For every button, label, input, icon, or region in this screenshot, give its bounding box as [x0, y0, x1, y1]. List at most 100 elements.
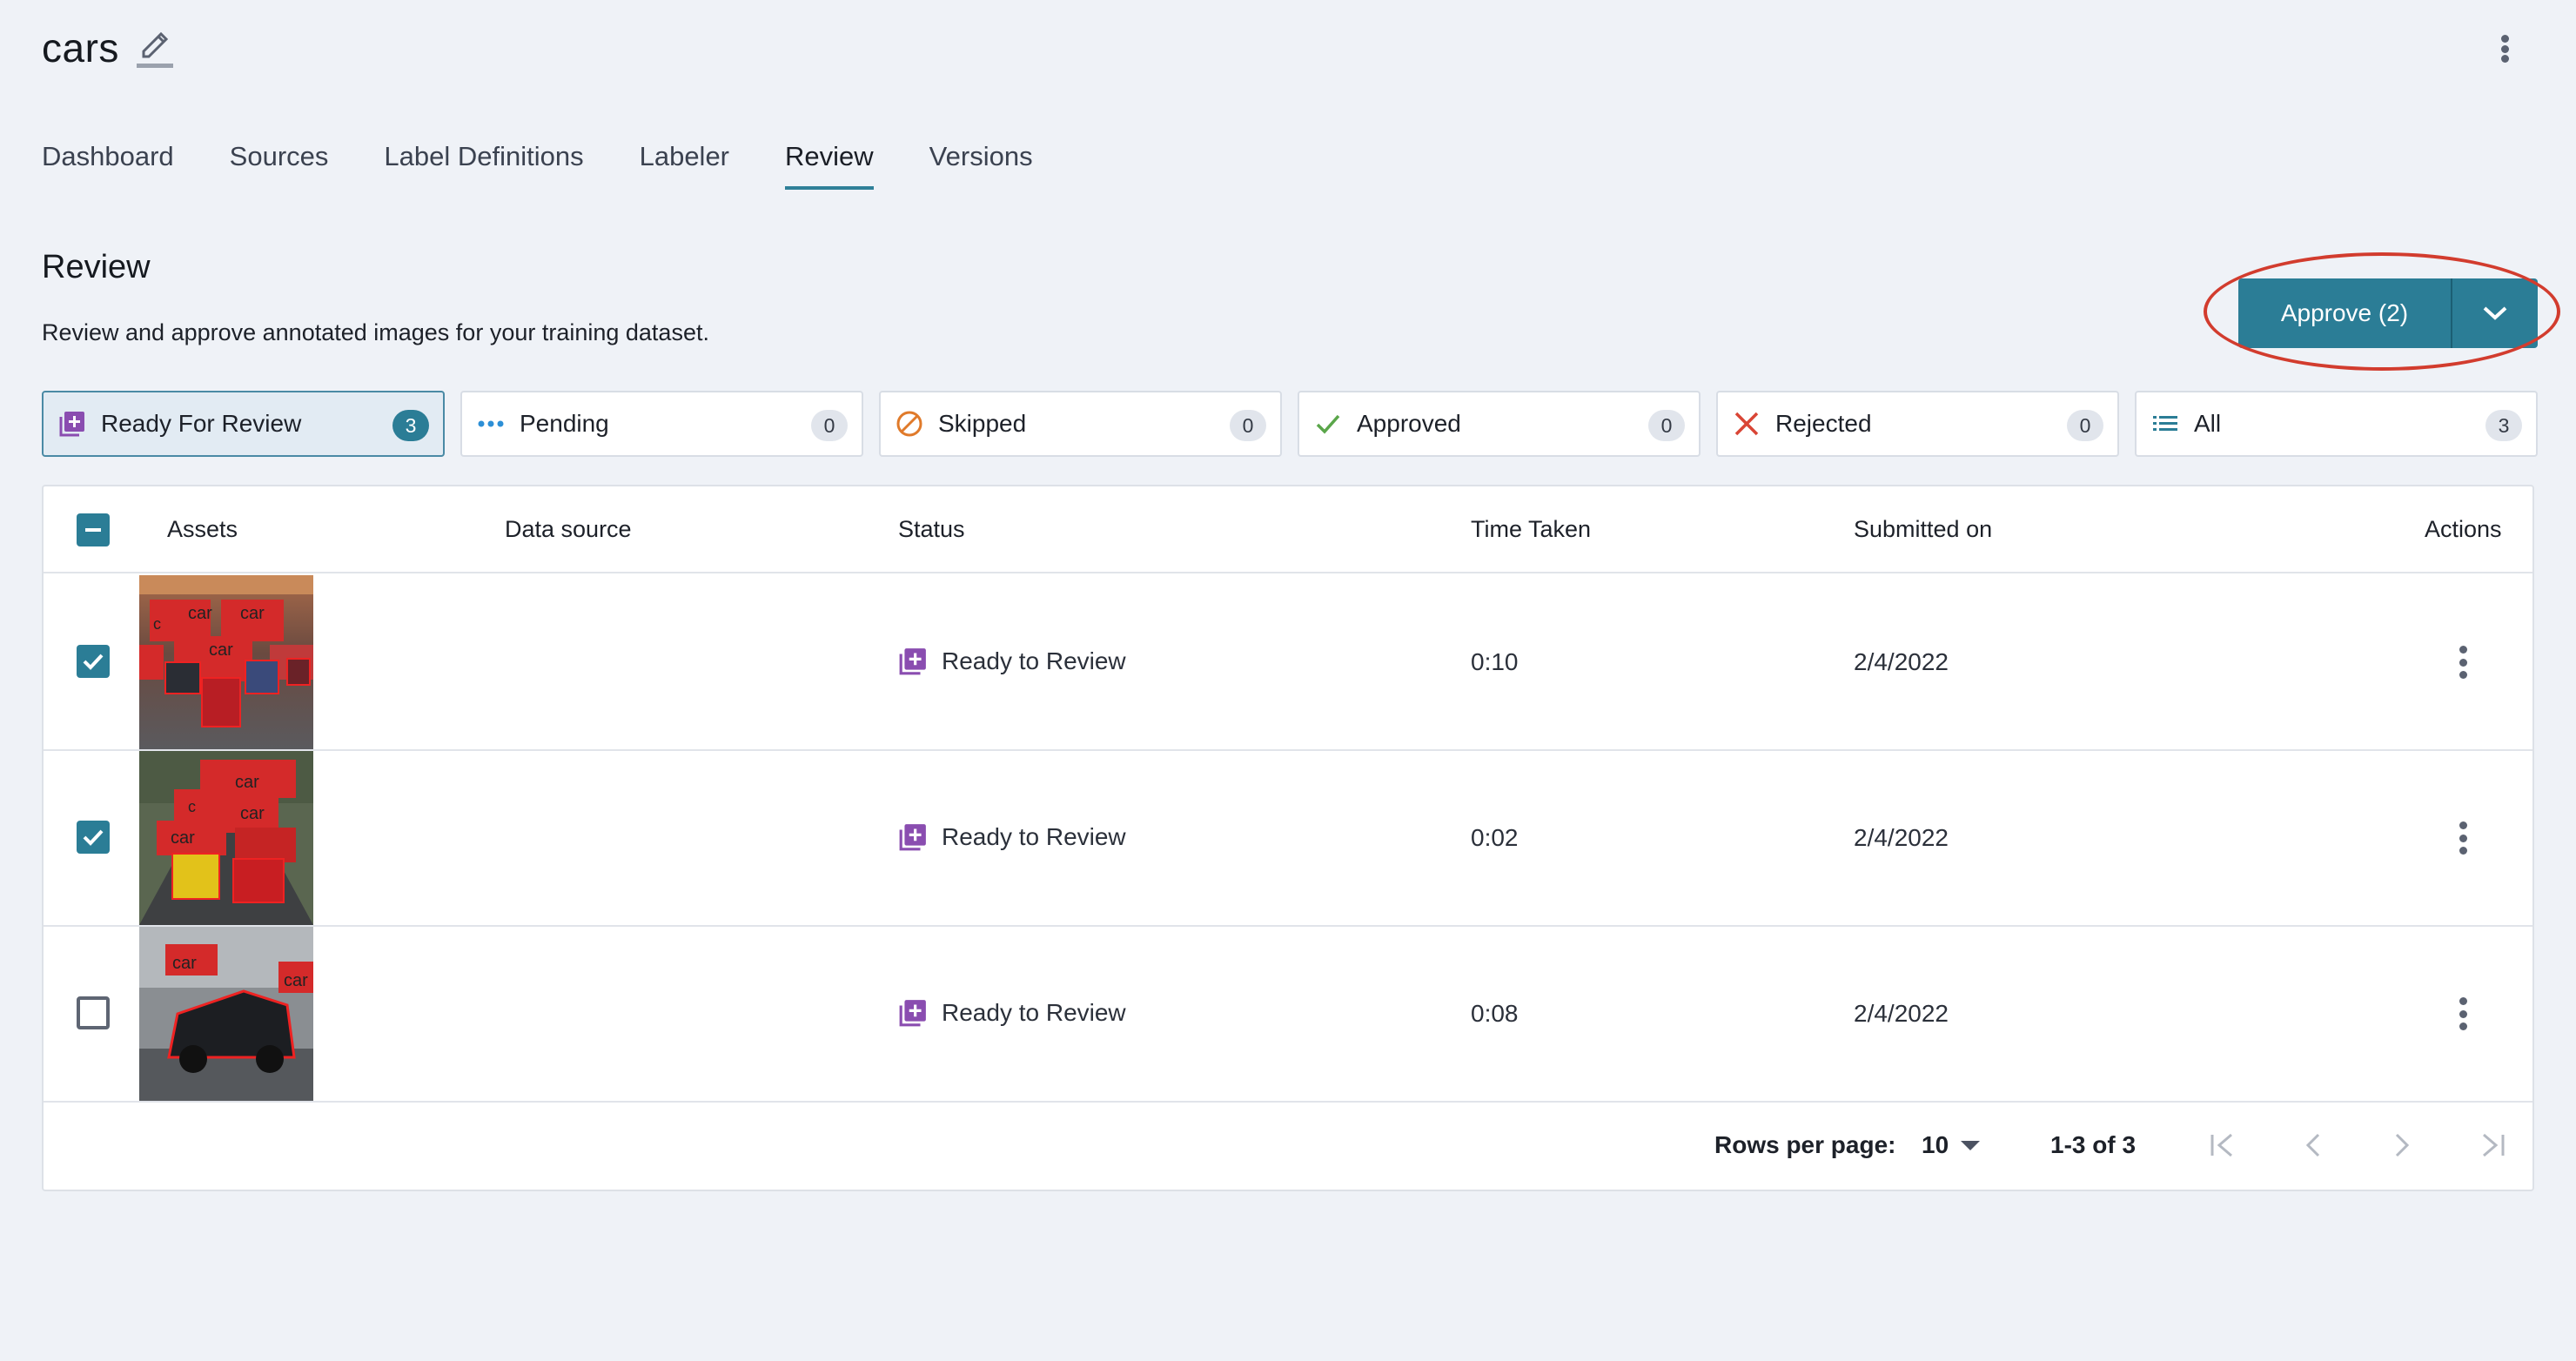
- table-pagination: Rows per page: 10 1-3 of 3: [44, 1102, 2532, 1189]
- row-checkbox[interactable]: [77, 821, 110, 854]
- filter-count-badge: 3: [2485, 410, 2522, 441]
- check-icon: [1313, 409, 1343, 439]
- status-cell: Ready to Review: [898, 822, 1126, 852]
- list-icon: [2150, 409, 2180, 439]
- filter-count-badge: 0: [2067, 410, 2103, 441]
- project-tabs: Dashboard Sources Label Definitions Labe…: [42, 141, 1089, 190]
- row-actions-icon[interactable]: [2454, 996, 2472, 1031]
- section-title: Review: [42, 249, 151, 285]
- thumb-label: car: [171, 828, 195, 848]
- status-cell: Ready to Review: [898, 647, 1126, 676]
- project-header: cars: [42, 24, 175, 71]
- highlight-annotation-ellipse: [2204, 252, 2560, 371]
- status-cell: Ready to Review: [898, 998, 1126, 1028]
- filter-label: All: [2194, 410, 2222, 437]
- time-taken-cell: 0:08: [1471, 1000, 1519, 1027]
- filter-skipped[interactable]: Skipped 0: [879, 391, 1282, 457]
- filter-count-badge: 0: [811, 410, 848, 441]
- thumb-label: car: [209, 640, 233, 660]
- time-taken-cell: 0:10: [1471, 648, 1519, 675]
- filter-rejected[interactable]: Rejected 0: [1716, 391, 2119, 457]
- thumb-label: car: [240, 604, 265, 623]
- asset-thumbnail[interactable]: car car car c: [139, 575, 313, 749]
- col-data-source[interactable]: Data source: [505, 516, 632, 543]
- row-actions-icon[interactable]: [2454, 821, 2472, 855]
- next-page-button[interactable]: [2381, 1124, 2423, 1166]
- thumb-label: c: [188, 798, 196, 815]
- minus-icon: [85, 528, 101, 532]
- tab-sources[interactable]: Sources: [230, 141, 329, 190]
- filter-label: Approved: [1357, 410, 1461, 437]
- tab-review[interactable]: Review: [785, 141, 874, 190]
- time-taken-cell: 0:02: [1471, 824, 1519, 851]
- col-submitted-on[interactable]: Submitted on: [1854, 516, 1992, 543]
- rows-per-page-select[interactable]: 10: [1922, 1131, 1981, 1159]
- check-icon: [83, 654, 104, 670]
- row-checkbox[interactable]: [77, 996, 110, 1029]
- project-title: cars: [42, 25, 119, 70]
- asset-thumbnail[interactable]: car car car c: [139, 751, 313, 925]
- chevron-left-icon: [2305, 1133, 2320, 1157]
- ready-review-icon: [899, 824, 926, 851]
- filter-label: Skipped: [938, 410, 1027, 437]
- table-header: Assets Data source Status Time Taken Sub…: [44, 486, 2532, 573]
- check-icon: [83, 829, 104, 846]
- more-options-icon[interactable]: [2487, 31, 2522, 66]
- col-time-taken[interactable]: Time Taken: [1471, 516, 1591, 543]
- thumb-label: car: [284, 971, 308, 990]
- filter-count-badge: 0: [1230, 410, 1266, 441]
- filter-approved[interactable]: Approved 0: [1298, 391, 1701, 457]
- thumb-label: car: [235, 773, 259, 792]
- pending-dots-icon: [476, 409, 506, 439]
- filter-label: Pending: [520, 410, 609, 437]
- filter-count-badge: 3: [392, 410, 429, 441]
- filter-pending[interactable]: Pending 0: [460, 391, 863, 457]
- first-page-icon: [2210, 1133, 2232, 1157]
- thumb-label: car: [188, 604, 212, 623]
- submitted-on-cell: 2/4/2022: [1854, 824, 1949, 851]
- status-text: Ready to Review: [942, 823, 1126, 850]
- section-description: Review and approve annotated images for …: [42, 319, 709, 345]
- status-filters: Ready For Review 3 Pending 0 Skipped 0 A…: [42, 391, 2538, 457]
- ready-review-icon: [899, 648, 926, 675]
- table-row[interactable]: car car car c Ready to Review 0:02 2/4/2…: [44, 751, 2532, 927]
- col-assets[interactable]: Assets: [167, 516, 238, 543]
- thumb-label: car: [172, 954, 197, 973]
- filter-ready-for-review[interactable]: Ready For Review 3: [42, 391, 445, 457]
- row-checkbox[interactable]: [77, 645, 110, 678]
- ready-review-icon: [899, 1000, 926, 1027]
- tab-dashboard[interactable]: Dashboard: [42, 141, 174, 190]
- skipped-icon: [895, 409, 924, 439]
- last-page-button[interactable]: [2472, 1124, 2513, 1166]
- caret-down-icon: [1961, 1140, 1981, 1150]
- rows-per-page-label: Rows per page:: [1714, 1131, 1896, 1158]
- col-actions: Actions: [2425, 516, 2502, 542]
- first-page-button[interactable]: [2202, 1124, 2244, 1166]
- submitted-on-cell: 2/4/2022: [1854, 648, 1949, 675]
- table-row[interactable]: car car car c Ready to Review 0:10 2/4/2…: [44, 575, 2532, 751]
- rows-per-page-value: 10: [1922, 1131, 1949, 1158]
- table-row[interactable]: car car Ready to Review 0:08 2/4/2022: [44, 927, 2532, 1103]
- row-actions-icon[interactable]: [2454, 645, 2472, 680]
- review-table: Assets Data source Status Time Taken Sub…: [42, 485, 2534, 1191]
- chevron-right-icon: [2395, 1133, 2410, 1157]
- select-all-checkbox[interactable]: [77, 513, 110, 546]
- tab-labeler[interactable]: Labeler: [640, 141, 729, 190]
- last-page-icon: [2483, 1133, 2505, 1157]
- ready-review-icon: [57, 409, 87, 439]
- filter-count-badge: 0: [1648, 410, 1685, 441]
- col-status[interactable]: Status: [898, 516, 965, 543]
- tab-versions[interactable]: Versions: [929, 141, 1033, 190]
- edit-pencil-icon[interactable]: [135, 25, 175, 70]
- filter-label: Ready For Review: [101, 410, 302, 437]
- status-text: Ready to Review: [942, 999, 1126, 1026]
- asset-thumbnail[interactable]: car car: [139, 927, 313, 1101]
- submitted-on-cell: 2/4/2022: [1854, 1000, 1949, 1027]
- tab-label-definitions[interactable]: Label Definitions: [384, 141, 583, 190]
- x-icon: [1732, 409, 1761, 439]
- pagination-range: 1-3 of 3: [2050, 1131, 2137, 1158]
- status-text: Ready to Review: [942, 647, 1126, 674]
- previous-page-button[interactable]: [2292, 1124, 2334, 1166]
- filter-all[interactable]: All 3: [2135, 391, 2538, 457]
- thumb-label: c: [153, 615, 161, 633]
